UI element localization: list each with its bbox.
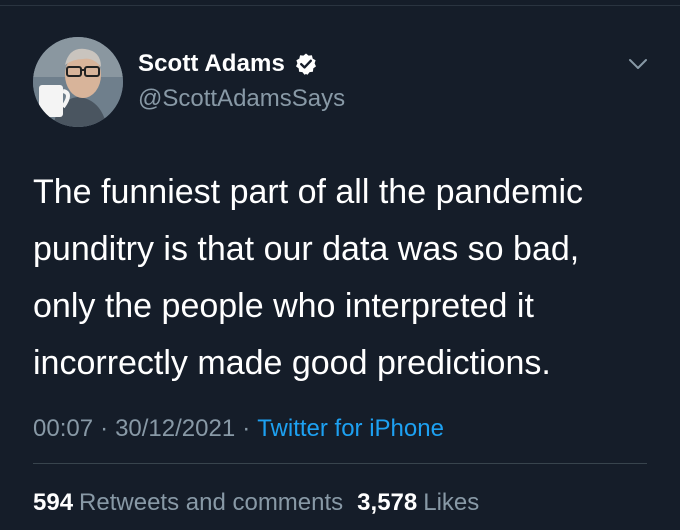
verified-badge-icon — [294, 52, 318, 76]
author-handle[interactable]: @ScottAdamsSays — [138, 85, 345, 113]
avatar[interactable] — [33, 37, 123, 127]
tweet-meta: 00:07 · 30/12/2021 · Twitter for iPhone — [33, 415, 444, 443]
retweets-stat[interactable]: 594 Retweets and comments — [33, 489, 343, 516]
stats-divider — [33, 463, 647, 464]
tweet-time[interactable]: 00:07 — [33, 415, 93, 442]
meta-separator: · — [242, 415, 251, 442]
tweet-text-line: punditry is that our data was so bad, — [33, 230, 580, 268]
likes-count: 3,578 — [357, 489, 418, 516]
author-name-row: Scott Adams — [138, 48, 318, 80]
likes-stat[interactable]: 3,578 Likes — [357, 489, 479, 516]
tweet-text-line: incorrectly made good predictions. — [33, 344, 551, 382]
tweet-date[interactable]: 30/12/2021 — [115, 415, 235, 442]
meta-separator: · — [100, 415, 109, 442]
author-display-name[interactable]: Scott Adams — [138, 50, 285, 78]
tweet-source-link[interactable]: Twitter for iPhone — [257, 415, 444, 442]
retweets-count: 594 — [33, 489, 74, 516]
likes-label: Likes — [423, 489, 480, 516]
tweet-text-line: The funniest part of all the pandemic — [33, 173, 583, 211]
chevron-down-icon[interactable] — [626, 52, 650, 76]
tweet-text: The funniest part of all the pandemic pu… — [33, 164, 653, 392]
tweet-text-line: only the people who interpreted it — [33, 287, 534, 325]
tweet-stats: 594 Retweets and comments 3,578 Likes — [33, 489, 479, 517]
tweet-card: Scott Adams @ScottAdamsSays The funniest… — [0, 6, 680, 530]
avatar-image — [33, 37, 123, 127]
retweets-label: Retweets and comments — [79, 489, 344, 516]
